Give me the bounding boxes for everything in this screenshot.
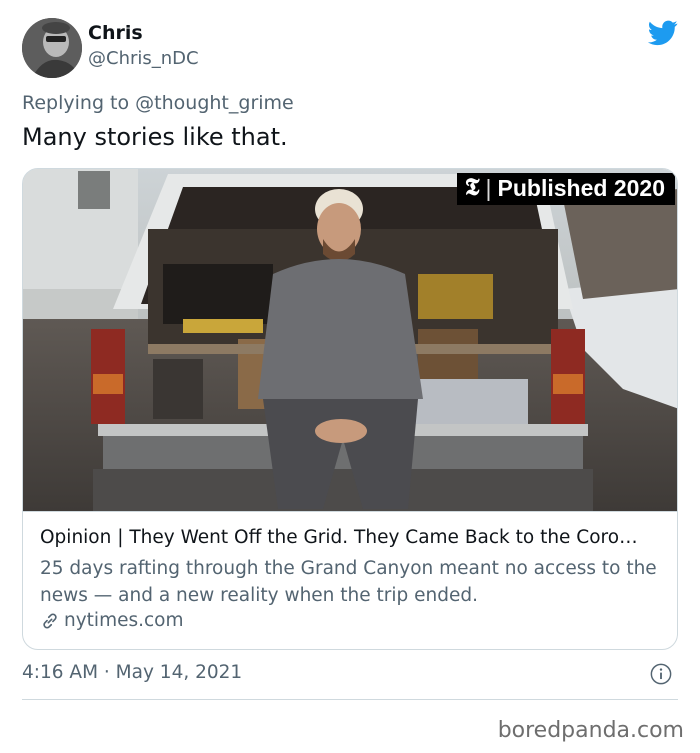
published-badge: 𝕿 | Published 2020 xyxy=(456,173,675,205)
watermark: boredpanda.com xyxy=(497,718,684,743)
avatar[interactable] xyxy=(22,18,82,78)
reply-prefix: Replying to xyxy=(22,92,130,114)
nyt-logo: 𝕿 xyxy=(464,175,480,201)
tweet: Chris @Chris_nDC Replying to @thought_gr… xyxy=(0,0,700,753)
link-card[interactable]: 𝕿 | Published 2020 Opinion | They Went O… xyxy=(22,168,678,650)
card-divider xyxy=(23,511,677,512)
tweet-timestamp[interactable]: 4:16 AM · May 14, 2021 xyxy=(22,662,242,683)
card-image[interactable]: 𝕿 | Published 2020 xyxy=(23,169,677,511)
info-icon[interactable] xyxy=(650,663,672,685)
author-display-name[interactable]: Chris xyxy=(88,22,143,44)
twitter-bird-icon[interactable] xyxy=(647,20,678,46)
reply-mention-link[interactable]: @thought_grime xyxy=(135,92,294,114)
tweet-text: Many stories like that. xyxy=(22,123,288,151)
link-icon xyxy=(43,612,57,629)
footer-divider xyxy=(22,699,678,700)
published-year-label: Published 2020 xyxy=(497,175,665,201)
badge-separator: | xyxy=(485,175,492,201)
card-domain[interactable]: nytimes.com xyxy=(40,610,184,631)
card-description: 25 days rafting through the Grand Canyon… xyxy=(40,558,657,606)
author-handle[interactable]: @Chris_nDC xyxy=(88,48,199,69)
card-title[interactable]: Opinion | They Went Off the Grid. They C… xyxy=(40,527,665,548)
reply-context: Replying to @thought_grime xyxy=(22,92,294,114)
card-domain-text[interactable]: nytimes.com xyxy=(64,610,184,631)
